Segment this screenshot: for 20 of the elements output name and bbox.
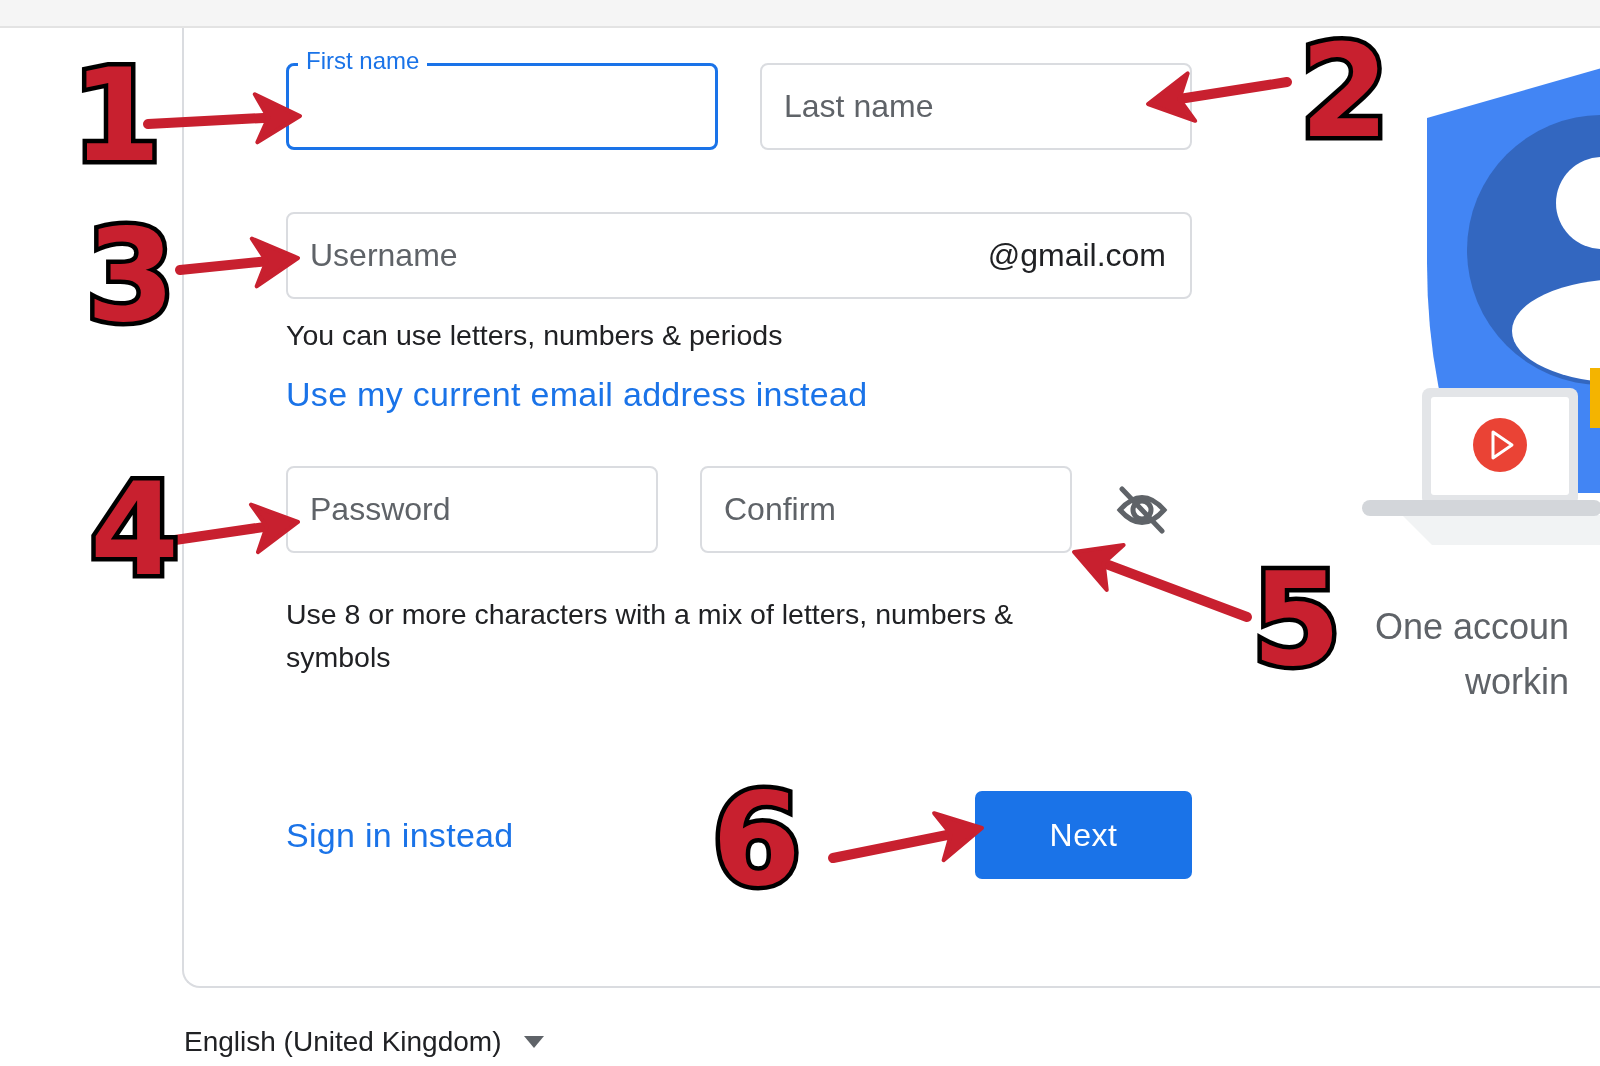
tagline-text: workin	[1465, 660, 1571, 704]
step-number: 2	[1300, 28, 1390, 156]
password-field[interactable]: Password	[286, 466, 658, 553]
sign-in-link[interactable]: Sign in instead	[286, 815, 514, 855]
password-hint: Use 8 or more characters with a mix of letters, numbers & symbols	[286, 597, 1014, 675]
last-name-field[interactable]: Last name	[760, 63, 1192, 150]
confirm-password-field[interactable]: Confirm	[700, 466, 1072, 553]
alt-email-link[interactable]: Use my current email address instead	[286, 375, 868, 413]
tagline-text: One accoun	[1375, 605, 1571, 649]
caret-icon[interactable]	[523, 1036, 544, 1048]
step-number: 6	[712, 776, 802, 904]
step-number: 1	[72, 52, 162, 180]
hide-password-icon[interactable]	[1114, 484, 1170, 535]
step-number: 5	[1252, 556, 1342, 684]
next-button[interactable]: Next	[975, 791, 1192, 879]
step-number: 3	[86, 212, 176, 340]
email-domain-suffix: @gmail.com	[987, 237, 1166, 274]
step-number: 4	[90, 466, 180, 594]
language-selector[interactable]: English (United Kingdom)	[184, 1026, 502, 1058]
username-hint: You can use letters, numbers & periods	[286, 318, 784, 353]
